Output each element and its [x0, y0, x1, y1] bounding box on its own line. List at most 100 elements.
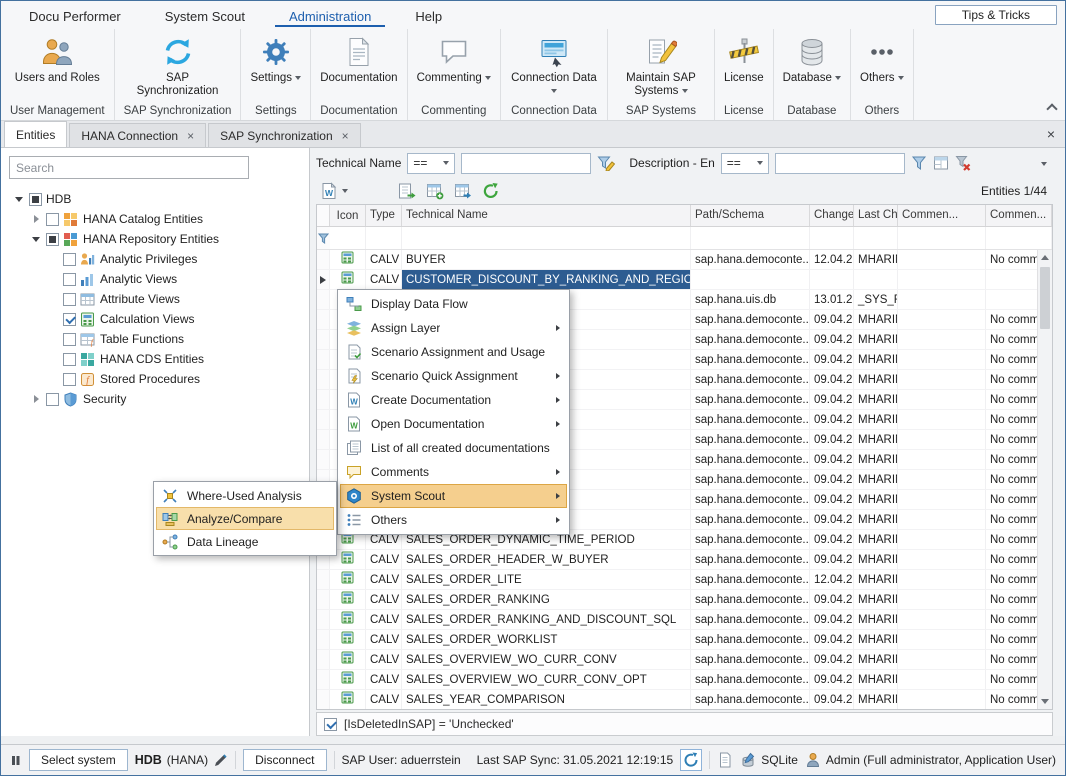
- context-menu-item-list-of-all-created-documentations[interactable]: List of all created documentations: [340, 436, 567, 460]
- table-row[interactable]: CALVSALES_YEAR_COMPARISONsap.hana.democo…: [317, 690, 1052, 709]
- expander-icon[interactable]: [47, 293, 59, 305]
- column-header-path-schema[interactable]: Path/Schema: [691, 205, 810, 226]
- context-menu-item-open-documentation[interactable]: WOpen Documentation: [340, 412, 567, 436]
- ribbon-button-sap-synchronization[interactable]: SAP Synchronization: [134, 33, 222, 98]
- sync-status-button[interactable]: [680, 749, 702, 771]
- auto-filter-cell[interactable]: [898, 227, 986, 249]
- scroll-down-arrow-icon[interactable]: [1038, 694, 1052, 709]
- column-header-change[interactable]: Change...: [810, 205, 854, 226]
- scrollbar-thumb[interactable]: [1040, 267, 1050, 329]
- expander-icon[interactable]: [47, 253, 59, 265]
- ribbon-button-database[interactable]: Database: [783, 33, 841, 85]
- context-menu-item-create-documentation[interactable]: WCreate Documentation: [340, 388, 567, 412]
- select-system-button[interactable]: Select system: [29, 749, 128, 771]
- tab-hana-connection[interactable]: HANA Connection×: [69, 123, 206, 147]
- filter-active-checkbox[interactable]: [324, 718, 337, 731]
- create-documentation-tool-icon[interactable]: W: [318, 180, 340, 202]
- expander-icon[interactable]: [47, 273, 59, 285]
- tree-checkbox[interactable]: [63, 373, 76, 386]
- expander-icon[interactable]: [47, 353, 59, 365]
- table-row[interactable]: CALVSALES_ORDER_WORKLISTsap.hana.democon…: [317, 630, 1052, 650]
- ribbon-button-settings[interactable]: Settings: [250, 33, 301, 85]
- clear-filter-icon[interactable]: [955, 155, 971, 171]
- table-row[interactable]: CALVSALES_ORDER_LITEsap.hana.democonte..…: [317, 570, 1052, 590]
- tree-checkbox[interactable]: [46, 233, 59, 246]
- filter-input-technical-name[interactable]: [461, 153, 591, 174]
- funnel-icon[interactable]: [911, 155, 927, 171]
- ribbon-button-others[interactable]: Others: [860, 33, 904, 85]
- filter-input-description[interactable]: [775, 153, 905, 174]
- expander-icon[interactable]: [30, 393, 42, 405]
- menu-item-help[interactable]: Help: [401, 4, 456, 27]
- tree-node-analytic-views[interactable]: Analytic Views: [9, 269, 309, 289]
- ribbon-button-maintain-sap-systems[interactable]: Maintain SAP Systems: [617, 33, 705, 98]
- tree-checkbox[interactable]: [29, 193, 42, 206]
- context-menu-item-scenario-assignment-and-usage[interactable]: Scenario Assignment and Usage: [340, 340, 567, 364]
- column-header-technical-name[interactable]: Technical Name: [402, 205, 691, 226]
- table-row[interactable]: CALVBUYERsap.hana.democonte...12.04.2...…: [317, 250, 1052, 270]
- ribbon-button-connection-data[interactable]: Connection Data: [510, 33, 598, 98]
- expander-icon[interactable]: [30, 213, 42, 225]
- tree-checkbox[interactable]: [63, 273, 76, 286]
- menu-item-system-scout[interactable]: System Scout: [151, 4, 259, 27]
- auto-filter-cell[interactable]: [402, 227, 691, 249]
- tree-checkbox[interactable]: [63, 353, 76, 366]
- tree-node-analytic-privileges[interactable]: Analytic Privileges: [9, 249, 309, 269]
- tree-node-stored-procedures[interactable]: fStored Procedures: [9, 369, 309, 389]
- tree-node-security[interactable]: Security: [9, 389, 309, 409]
- column-header-icon[interactable]: Icon: [330, 205, 366, 226]
- menu-item-administration[interactable]: Administration: [275, 4, 385, 27]
- context-menu-item-comments[interactable]: Comments: [340, 460, 567, 484]
- filter-panel-chevron-icon[interactable]: [1041, 156, 1047, 170]
- auto-filter-cell[interactable]: [691, 227, 810, 249]
- filter-operator-technical-name[interactable]: ==: [407, 153, 455, 174]
- expander-icon[interactable]: [47, 333, 59, 345]
- search-input[interactable]: [9, 156, 249, 179]
- edit-connection-icon[interactable]: [213, 753, 228, 768]
- tree-checkbox[interactable]: [63, 253, 76, 266]
- tree-node-hana-repository-entities[interactable]: HANA Repository Entities: [9, 229, 309, 249]
- tree-node-table-functions[interactable]: fTable Functions: [9, 329, 309, 349]
- table-row[interactable]: CALVCUSTOMER_DISCOUNT_BY_RANKING_AND_REG…: [317, 270, 1052, 290]
- auto-filter-cell[interactable]: [366, 227, 402, 249]
- expander-icon[interactable]: [47, 313, 59, 325]
- grid-layout-add-icon[interactable]: [424, 180, 446, 202]
- tab-close-icon[interactable]: ×: [342, 130, 349, 142]
- tree-checkbox[interactable]: [46, 213, 59, 226]
- tab-entities[interactable]: Entities: [4, 121, 67, 147]
- refresh-icon[interactable]: [480, 180, 502, 202]
- tree-node-calculation-views[interactable]: Calculation Views: [9, 309, 309, 329]
- tips-tricks-button[interactable]: Tips & Tricks: [935, 5, 1057, 25]
- auto-filter-cell[interactable]: [854, 227, 898, 249]
- ribbon-button-users-and-roles[interactable]: Users and Roles: [15, 33, 100, 85]
- export-grid-icon[interactable]: [396, 180, 418, 202]
- log-document-icon[interactable]: [717, 752, 733, 768]
- auto-filter-cell[interactable]: [810, 227, 854, 249]
- auto-filter-cell[interactable]: [986, 227, 1052, 249]
- auto-filter-cell[interactable]: [330, 227, 366, 249]
- table-row[interactable]: CALVSALES_ORDER_HEADER_W_BUYERsap.hana.d…: [317, 550, 1052, 570]
- filter-operator-description[interactable]: ==: [721, 153, 769, 174]
- grid-export-icon[interactable]: [452, 180, 474, 202]
- column-header-last-cha[interactable]: Last Cha...: [854, 205, 898, 226]
- tree-node-hdb[interactable]: HDB: [9, 189, 309, 209]
- table-row[interactable]: CALVSALES_ORDER_RANKING_AND_DISCOUNT_SQL…: [317, 610, 1052, 630]
- expander-icon[interactable]: [13, 193, 25, 205]
- tree-node-hana-catalog-entities[interactable]: HANA Catalog Entities: [9, 209, 309, 229]
- ribbon-button-documentation[interactable]: Documentation: [320, 33, 397, 85]
- tabbar-close-icon[interactable]: ×: [1047, 127, 1055, 141]
- disconnect-button[interactable]: Disconnect: [243, 749, 326, 771]
- submenu-item-analyze-compare[interactable]: Analyze/Compare: [156, 507, 334, 530]
- create-documentation-dropdown-icon[interactable]: [342, 189, 348, 193]
- vertical-scrollbar[interactable]: [1037, 250, 1052, 709]
- submenu-item-where-used-analysis[interactable]: Where-Used Analysis: [156, 484, 334, 507]
- table-row[interactable]: CALVSALES_OVERVIEW_WO_CURR_CONVsap.hana.…: [317, 650, 1052, 670]
- tab-close-icon[interactable]: ×: [187, 130, 194, 142]
- tab-sap-synchronization[interactable]: SAP Synchronization×: [208, 123, 361, 147]
- ribbon-button-license[interactable]: License: [724, 33, 764, 85]
- column-header-commen[interactable]: Commen...: [898, 205, 986, 226]
- context-menu-item-scenario-quick-assignment[interactable]: Scenario Quick Assignment: [340, 364, 567, 388]
- column-header-type[interactable]: Type: [366, 205, 402, 226]
- column-header-commen[interactable]: Commen...: [986, 205, 1052, 226]
- expander-icon[interactable]: [30, 233, 42, 245]
